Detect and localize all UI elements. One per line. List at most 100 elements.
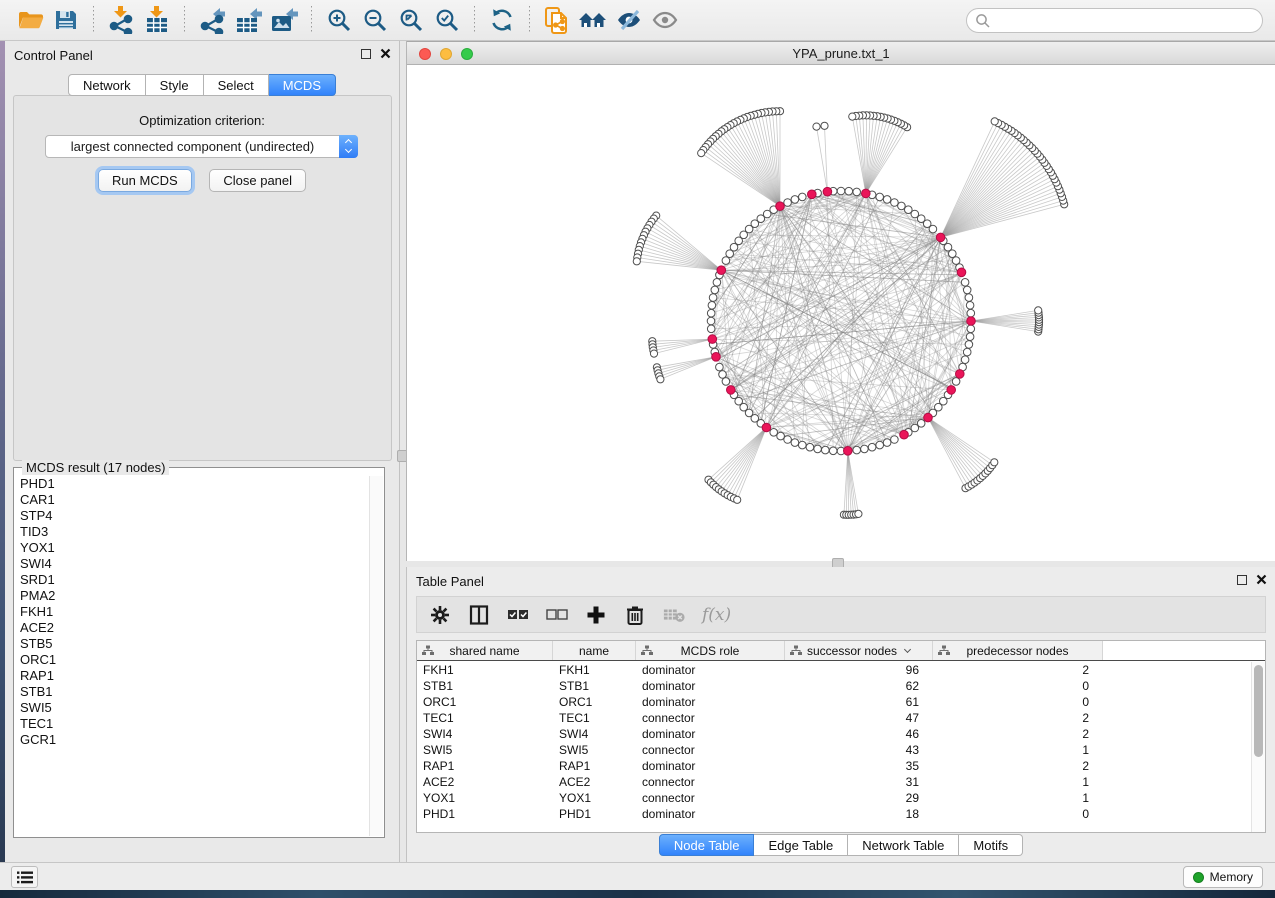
- search-input[interactable]: [991, 11, 1262, 31]
- export-network-icon[interactable]: [194, 4, 230, 36]
- graph-hub-node[interactable]: [924, 413, 933, 422]
- graph-node[interactable]: [799, 441, 807, 449]
- graph-hub-node[interactable]: [712, 353, 721, 362]
- save-session-icon[interactable]: [48, 4, 84, 36]
- graph-node[interactable]: [917, 420, 925, 428]
- graph-node[interactable]: [966, 302, 974, 310]
- zoom-in-icon[interactable]: [321, 4, 357, 36]
- graph-node[interactable]: [853, 446, 861, 454]
- graph-node[interactable]: [791, 439, 799, 447]
- mcds-result-item[interactable]: RAP1: [15, 668, 369, 684]
- column-header-shared-name[interactable]: shared name: [417, 641, 553, 660]
- tab-select[interactable]: Select: [204, 74, 269, 96]
- graph-node[interactable]: [777, 432, 785, 440]
- graph-node[interactable]: [898, 202, 906, 210]
- cell-predecessor-nodes[interactable]: 1: [933, 742, 1103, 758]
- graph-node[interactable]: [726, 250, 734, 258]
- cell-name[interactable]: SWI5: [553, 742, 636, 758]
- cell-shared-name[interactable]: ORC1: [417, 694, 553, 710]
- close-panel-icon[interactable]: [1256, 574, 1267, 585]
- graph-node[interactable]: [784, 199, 792, 207]
- open-session-icon[interactable]: [12, 4, 48, 36]
- cell-MCDS-role[interactable]: connector: [636, 742, 785, 758]
- mcds-result-scrollbar[interactable]: [369, 476, 383, 836]
- graph-node[interactable]: [708, 302, 716, 310]
- cell-shared-name[interactable]: PHD1: [417, 806, 553, 822]
- cell-MCDS-role[interactable]: dominator: [636, 758, 785, 774]
- graph-node[interactable]: [709, 294, 717, 302]
- cell-MCDS-role[interactable]: connector: [636, 774, 785, 790]
- graph-leaf-node[interactable]: [734, 496, 741, 503]
- mcds-result-item[interactable]: PHD1: [15, 476, 369, 492]
- graph-hub-node[interactable]: [957, 268, 966, 277]
- graph-leaf-node[interactable]: [855, 510, 862, 517]
- cell-predecessor-nodes[interactable]: 1: [933, 790, 1103, 806]
- graph-node[interactable]: [711, 286, 719, 294]
- hide-selected-icon[interactable]: [611, 4, 647, 36]
- graph-hub-node[interactable]: [808, 190, 817, 199]
- cell-MCDS-role[interactable]: connector: [636, 710, 785, 726]
- float-panel-icon[interactable]: [1237, 575, 1247, 585]
- graph-node[interactable]: [707, 309, 715, 317]
- graph-node[interactable]: [963, 348, 971, 356]
- graph-node[interactable]: [716, 363, 724, 371]
- mcds-result-item[interactable]: STB5: [15, 636, 369, 652]
- column-header-successor-nodes[interactable]: successor nodes: [785, 641, 933, 660]
- graph-leaf-node[interactable]: [657, 376, 664, 383]
- export-image-icon[interactable]: [266, 4, 302, 36]
- tab-style[interactable]: Style: [146, 74, 204, 96]
- graph-leaf-node[interactable]: [813, 123, 820, 130]
- table-row[interactable]: ACE2ACE2connector311: [417, 774, 1251, 790]
- network-canvas[interactable]: [407, 65, 1275, 561]
- table-row[interactable]: ORC1ORC1dominator610: [417, 694, 1251, 710]
- zoom-fit-icon[interactable]: [393, 4, 429, 36]
- cell-successor-nodes[interactable]: 61: [785, 694, 933, 710]
- tab-motifs[interactable]: Motifs: [959, 834, 1023, 856]
- cell-predecessor-nodes[interactable]: 2: [933, 662, 1103, 678]
- window-minimize-icon[interactable]: [440, 48, 452, 60]
- cell-successor-nodes[interactable]: 43: [785, 742, 933, 758]
- table-row[interactable]: YOX1YOX1connector291: [417, 790, 1251, 806]
- show-all-icon[interactable]: [647, 4, 683, 36]
- mcds-result-item[interactable]: SRD1: [15, 572, 369, 588]
- graph-leaf-node[interactable]: [650, 350, 657, 357]
- mcds-result-item[interactable]: STP4: [15, 508, 369, 524]
- graph-hub-node[interactable]: [956, 370, 965, 379]
- cell-successor-nodes[interactable]: 18: [785, 806, 933, 822]
- graph-node[interactable]: [876, 441, 884, 449]
- network-window-titlebar[interactable]: YPA_prune.txt_1: [407, 41, 1275, 65]
- tab-node-table[interactable]: Node Table: [659, 834, 755, 856]
- graph-node[interactable]: [791, 196, 799, 204]
- cell-name[interactable]: STB1: [553, 678, 636, 694]
- cell-shared-name[interactable]: RAP1: [417, 758, 553, 774]
- tab-network-table[interactable]: Network Table: [848, 834, 959, 856]
- graph-node[interactable]: [707, 325, 715, 333]
- mcds-result-item[interactable]: STB1: [15, 684, 369, 700]
- graph-node[interactable]: [965, 294, 973, 302]
- graph-hub-node[interactable]: [762, 423, 771, 432]
- delete-table-icon[interactable]: [663, 604, 685, 626]
- graph-node[interactable]: [963, 286, 971, 294]
- cell-shared-name[interactable]: SWI5: [417, 742, 553, 758]
- cell-successor-nodes[interactable]: 47: [785, 710, 933, 726]
- graph-node[interactable]: [868, 443, 876, 451]
- graph-node[interactable]: [905, 206, 913, 214]
- graph-hub-node[interactable]: [776, 202, 785, 211]
- cell-shared-name[interactable]: YOX1: [417, 790, 553, 806]
- table-row[interactable]: STB1STB1dominator620: [417, 678, 1251, 694]
- cell-successor-nodes[interactable]: 35: [785, 758, 933, 774]
- mcds-result-item[interactable]: ORC1: [15, 652, 369, 668]
- split-columns-icon[interactable]: [468, 604, 490, 626]
- optimization-criterion-select[interactable]: largest connected component (undirected): [45, 135, 358, 158]
- cell-name[interactable]: RAP1: [553, 758, 636, 774]
- function-builder-icon[interactable]: f(x): [702, 605, 731, 625]
- graph-leaf-node[interactable]: [633, 258, 640, 265]
- cell-MCDS-role[interactable]: dominator: [636, 678, 785, 694]
- cell-shared-name[interactable]: ACE2: [417, 774, 553, 790]
- graph-node[interactable]: [952, 378, 960, 386]
- graph-node[interactable]: [961, 356, 969, 364]
- cell-name[interactable]: FKH1: [553, 662, 636, 678]
- mcds-result-item[interactable]: TID3: [15, 524, 369, 540]
- graph-node[interactable]: [965, 341, 973, 349]
- mcds-result-item[interactable]: TEC1: [15, 716, 369, 732]
